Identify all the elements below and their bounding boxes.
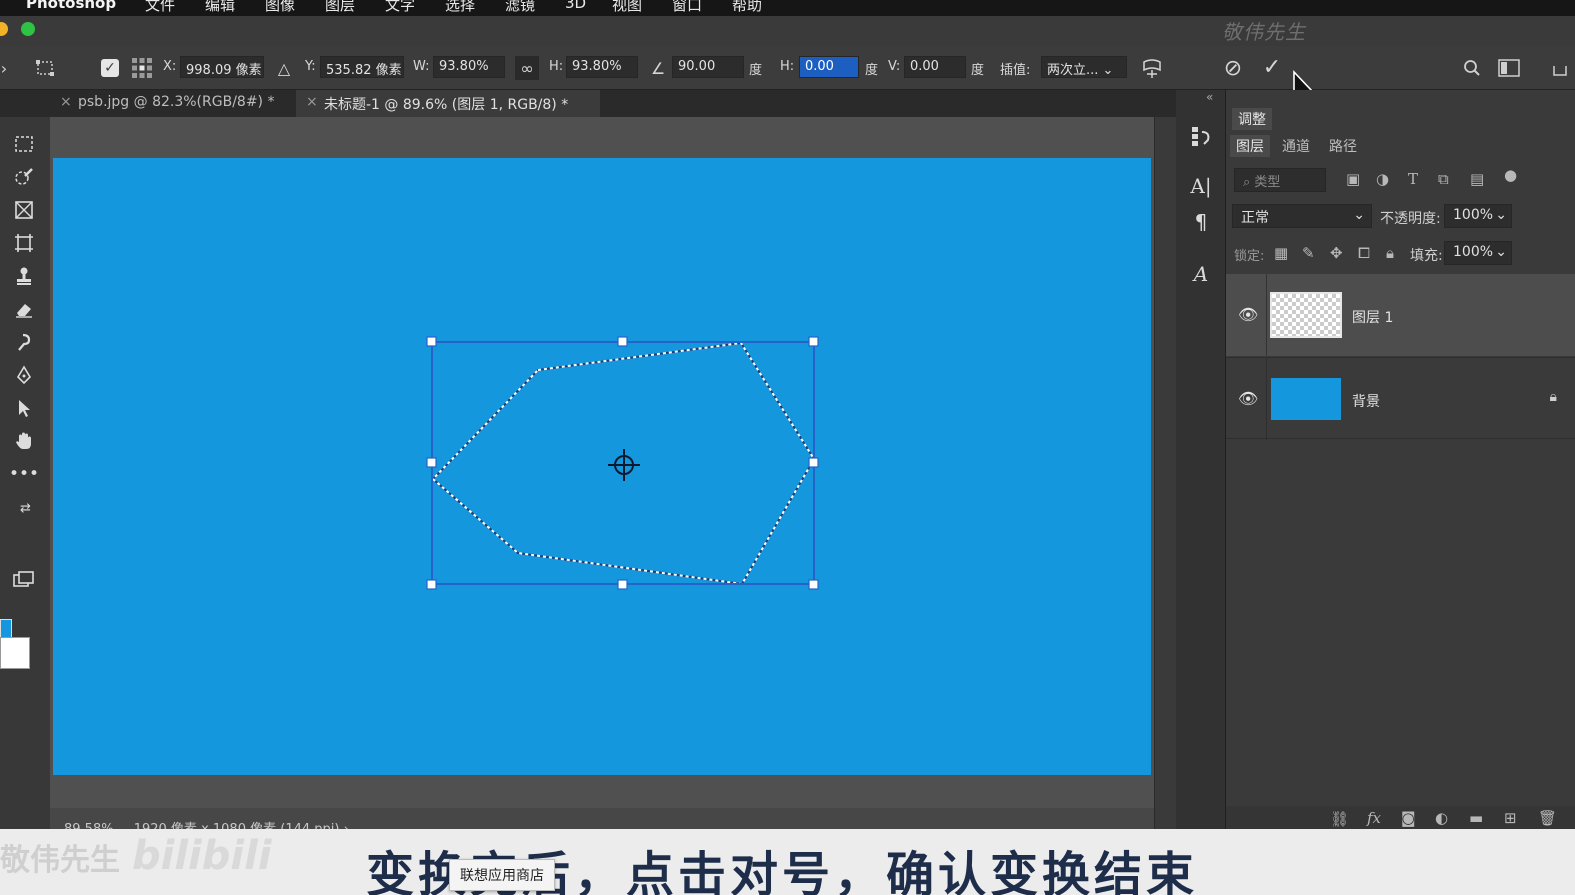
lock-pixels-icon[interactable]: ✎ bbox=[1302, 244, 1315, 262]
layer-filter-select[interactable]: ⌕ 类型 bbox=[1234, 168, 1326, 192]
lock-position-icon[interactable]: ✥ bbox=[1330, 244, 1343, 262]
tab-adjustments[interactable]: 调整 bbox=[1232, 108, 1272, 130]
visibility-eye-icon[interactable]: 👁︎ bbox=[1238, 389, 1258, 408]
layer-name: 背景 bbox=[1352, 394, 1380, 410]
lock-all-icon[interactable]: 🔒︎ bbox=[1386, 244, 1394, 262]
search-icon: ⌕ bbox=[1243, 175, 1251, 190]
collapse-icon[interactable]: « bbox=[1206, 90, 1213, 104]
lock-transparent-icon[interactable]: ▦ bbox=[1274, 244, 1288, 262]
add-mask-icon[interactable]: ◙ bbox=[1401, 809, 1416, 827]
watermark-author: 敬伟先生 bbox=[0, 843, 120, 878]
tab-channels[interactable]: 通道 bbox=[1282, 136, 1310, 156]
link-layers-icon[interactable]: ⛓︎ bbox=[1330, 810, 1349, 828]
chevron-down-icon: ⌄ bbox=[1353, 207, 1365, 223]
opacity-field[interactable]: 100% ⌄ bbox=[1444, 204, 1512, 228]
bilibili-logo: bilibili bbox=[132, 833, 272, 879]
handle-middle-left bbox=[426, 457, 437, 468]
layer-row[interactable]: 👁︎ 背景 🔒︎ bbox=[1226, 357, 1575, 440]
chevron-down-icon: ⌄ bbox=[1495, 244, 1507, 260]
delete-layer-icon[interactable]: 🗑︎ bbox=[1538, 809, 1557, 827]
paragraph-panel-icon[interactable]: ¶ bbox=[1188, 208, 1214, 236]
handle-bottom-left bbox=[426, 579, 437, 590]
chevron-down-icon: ⌄ bbox=[1495, 207, 1507, 223]
layers-panel-footer: ⛓︎ fx ◙ ◐ ▬ ⊞ 🗑︎ bbox=[1226, 806, 1575, 829]
adjustment-filter-icon[interactable]: ◑ bbox=[1376, 170, 1389, 188]
status-bar: 89.58% 1920 像素 x 1080 像素 (144 ppi) › bbox=[50, 808, 1154, 837]
layer-row[interactable]: 👁︎ 图层 1 bbox=[1226, 274, 1575, 356]
tab-layers[interactable]: 图层 bbox=[1230, 135, 1270, 157]
reference-point-icon bbox=[608, 449, 640, 481]
handle-middle-right bbox=[808, 457, 819, 468]
blend-mode-select[interactable]: 正常 ⌄ bbox=[1232, 204, 1372, 228]
type-filter-icon[interactable]: T bbox=[1408, 170, 1418, 188]
layers-panel: 调整 图层 通道 路径 ⌕ 类型 ▣ ◑ T ⧉ ▤ ● 正常 ⌄ 不透明度: … bbox=[1226, 90, 1575, 829]
glyphs-panel-icon[interactable]: A bbox=[1188, 260, 1214, 288]
new-layer-icon[interactable]: ⊞ bbox=[1504, 809, 1517, 827]
blend-mode-value: 正常 bbox=[1241, 210, 1269, 226]
smart-object-filter-icon[interactable]: ▤ bbox=[1470, 170, 1484, 188]
character-panel-icon[interactable]: A| bbox=[1188, 172, 1214, 200]
tooltip: 联想应用商店 bbox=[449, 859, 555, 891]
history-panel-icon[interactable] bbox=[1188, 122, 1214, 150]
handle-bottom-right bbox=[808, 579, 819, 590]
fill-value: 100% bbox=[1453, 244, 1494, 260]
visibility-eye-icon[interactable]: 👁︎ bbox=[1238, 305, 1258, 324]
handle-top-left bbox=[426, 336, 437, 347]
filter-kind-label: 类型 bbox=[1254, 175, 1281, 190]
fx-icon[interactable]: fx bbox=[1367, 809, 1381, 827]
shape-filter-icon[interactable]: ⧉ bbox=[1438, 170, 1449, 188]
vertical-scrollbar[interactable] bbox=[1154, 117, 1176, 829]
video-subtitle-bar: 敬伟先生 bilibili 变换完后，点击对号，确认变换结束 bbox=[0, 829, 1575, 895]
layer-thumbnail bbox=[1270, 292, 1342, 338]
filter-toggle-icon[interactable]: ● bbox=[1504, 166, 1517, 184]
adjustment-layer-icon[interactable]: ◐ bbox=[1435, 809, 1448, 827]
opacity-label: 不透明度: bbox=[1380, 211, 1441, 227]
layer-name: 图层 1 bbox=[1352, 310, 1394, 326]
lock-icon: 🔒︎ bbox=[1549, 389, 1557, 405]
tab-paths[interactable]: 路径 bbox=[1329, 136, 1357, 156]
opacity-value: 100% bbox=[1453, 207, 1494, 223]
layer-thumbnail bbox=[1271, 378, 1341, 420]
handle-bottom-center bbox=[617, 579, 628, 590]
lock-artboard-icon[interactable]: ⧠ bbox=[1358, 244, 1370, 262]
new-group-icon[interactable]: ▬ bbox=[1469, 809, 1483, 827]
pixel-filter-icon[interactable]: ▣ bbox=[1346, 170, 1360, 188]
handle-top-right bbox=[808, 336, 819, 347]
fill-field[interactable]: 100% ⌄ bbox=[1444, 241, 1512, 265]
handle-top-center bbox=[617, 336, 628, 347]
panel-dock: « A| ¶ A bbox=[1176, 90, 1226, 829]
fill-label: 填充: bbox=[1410, 248, 1443, 264]
lock-label: 锁定: bbox=[1234, 249, 1265, 264]
